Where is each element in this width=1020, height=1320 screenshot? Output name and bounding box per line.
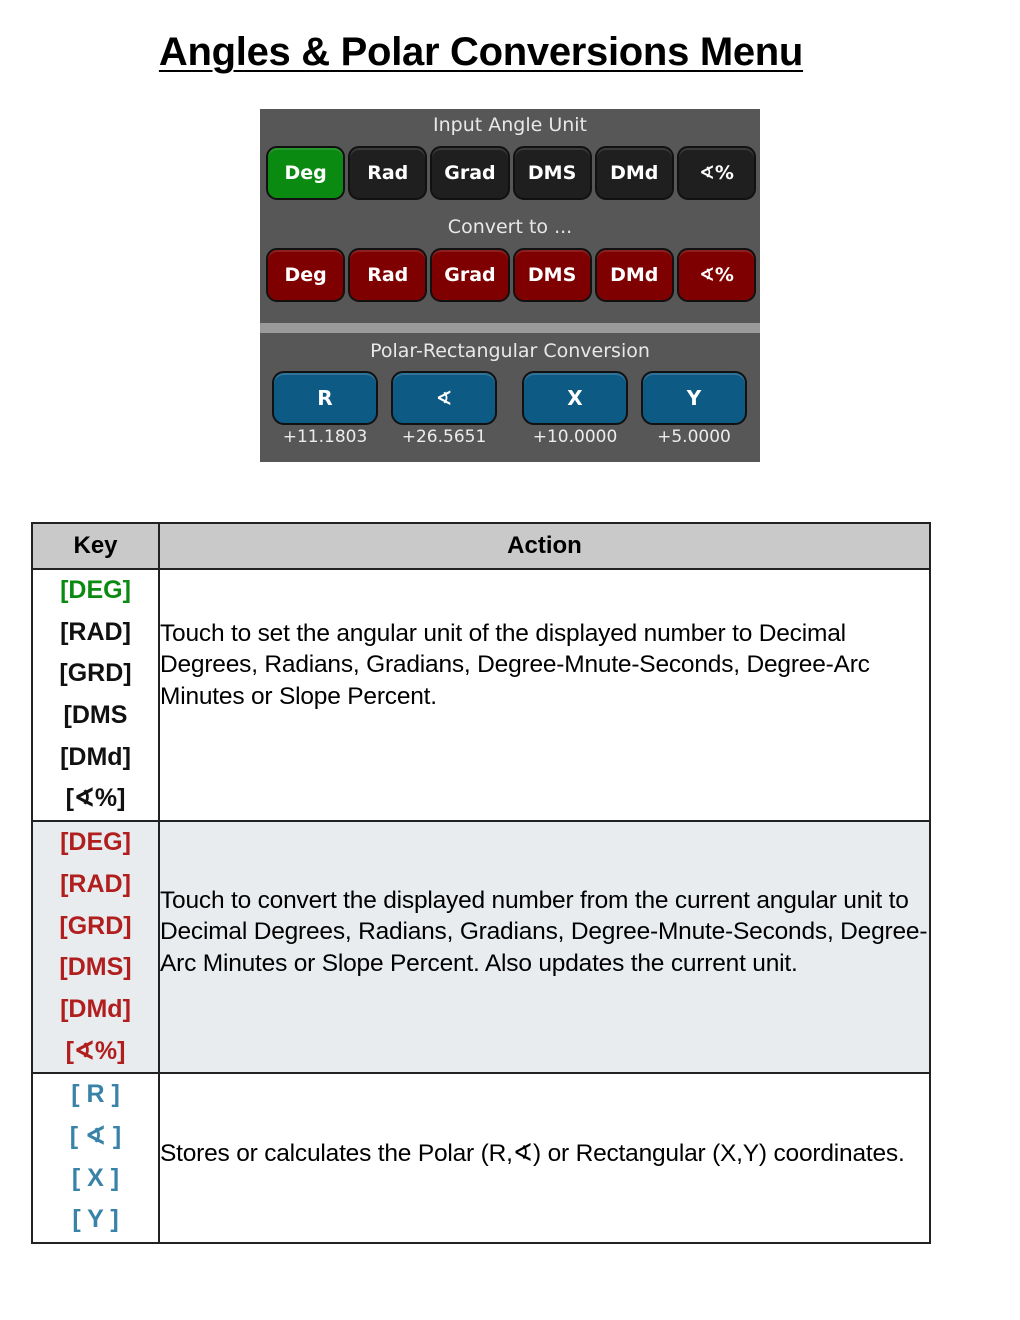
page-title: Angles & Polar Conversions Menu [158,30,804,74]
key-label-dmd: [DMd] [60,742,131,771]
key-label-r: [ R ] [71,1080,120,1109]
key-label-grd: [GRD] [59,911,132,940]
action-description: Stores or calculates the Polar (R,∢) or … [158,1072,931,1245]
input-dms-button[interactable]: DMS [512,146,592,200]
key-column-header: Key [31,522,160,570]
key-label-angle: [ ∢ ] [69,1121,122,1150]
table-header-row: Key Action [31,522,931,570]
input-dmd-button[interactable]: DMd [594,146,674,200]
key-cell: [DEG] [RAD] [GRD] [DMS] [DMd] [∢%] [31,820,160,1075]
polar-r-button[interactable]: R [272,371,378,425]
rect-y-value: +5.0000 [657,427,731,447]
input-angle-unit-label: Input Angle Unit [432,114,588,136]
convert-slope-percent-button[interactable]: ∢% [676,248,757,302]
key-label-rad: [RAD] [60,617,131,646]
calculator-angle-menu-panel: Input Angle Unit Deg Rad Grad DMS DMd ∢%… [260,109,760,462]
input-rad-button[interactable]: Rad [348,146,428,200]
key-label-y: [ Y ] [72,1205,119,1234]
convert-rad-button[interactable]: Rad [348,248,428,302]
rect-y-button[interactable]: Y [641,371,747,425]
table-row-input-unit: [DEG] [RAD] [GRD] [DMS [DMd] [∢%] Touch … [31,567,931,823]
convert-deg-button[interactable]: Deg [266,248,346,302]
action-column-header: Action [158,522,931,570]
key-label-slope-percent: [∢%] [65,784,126,813]
input-angle-unit-buttons: Deg Rad Grad DMS DMd ∢% [266,146,757,202]
rect-x-value: +10.0000 [532,427,618,447]
key-label-slope-percent: [∢%] [65,1036,126,1065]
table-row-convert-to: [DEG] [RAD] [GRD] [DMS] [DMd] [∢%] Touch… [31,820,931,1075]
polar-rectangular-buttons: R ∢ X Y [260,371,760,427]
key-action-table: Key Action [DEG] [RAD] [GRD] [DMS [DMd] … [31,522,931,1245]
table-row-polar-rect: [ R ] [ ∢ ] [ X ] [ Y ] Stores or calcul… [31,1072,931,1245]
convert-grad-button[interactable]: Grad [430,248,510,302]
convert-dms-button[interactable]: DMS [512,248,592,302]
key-label-deg: [DEG] [60,828,131,857]
action-description: Touch to set the angular unit of the dis… [158,567,931,823]
convert-dmd-button[interactable]: DMd [594,248,674,302]
polar-angle-value: +26.5651 [401,427,487,447]
key-label-dms: [DMS [63,701,128,730]
key-cell: [ R ] [ ∢ ] [ X ] [ Y ] [31,1072,160,1245]
convert-to-buttons: Deg Rad Grad DMS DMd ∢% [266,248,757,304]
polar-angle-button[interactable]: ∢ [391,371,497,425]
input-deg-button[interactable]: Deg [266,146,346,200]
key-label-grd: [GRD] [59,659,132,688]
key-label-deg: [DEG] [60,576,131,604]
key-label-dms: [DMS] [59,953,132,982]
key-label-x: [ X ] [71,1163,120,1192]
input-grad-button[interactable]: Grad [430,146,510,200]
rect-x-button[interactable]: X [522,371,628,425]
input-slope-percent-button[interactable]: ∢% [676,146,757,200]
key-label-rad: [RAD] [60,869,131,898]
key-cell: [DEG] [RAD] [GRD] [DMS [DMd] [∢%] [31,567,160,823]
action-description: Touch to convert the displayed number fr… [158,820,931,1075]
key-label-dmd: [DMd] [60,994,131,1023]
polar-rectangular-label: Polar-Rectangular Conversion [370,340,650,362]
section-divider [260,323,760,333]
convert-to-label: Convert to ... [447,216,573,238]
polar-r-value: +11.1803 [282,427,368,447]
